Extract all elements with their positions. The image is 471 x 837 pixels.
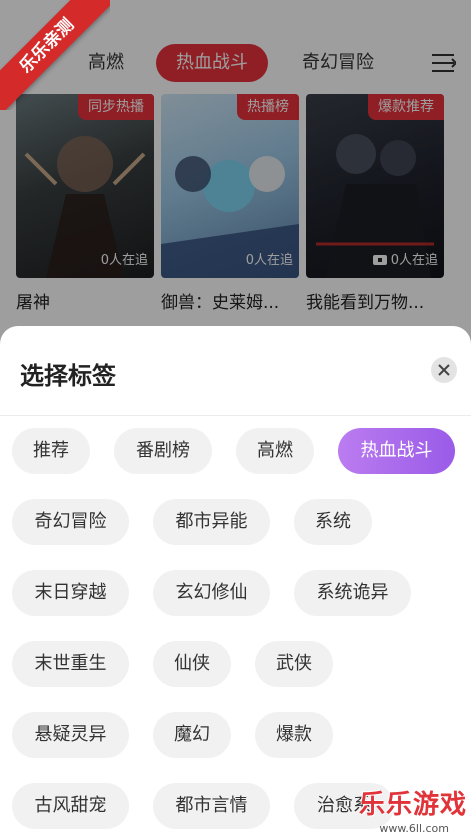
tag-option[interactable]: 末世重生 [12, 641, 129, 687]
tag-option[interactable]: 仙侠 [153, 641, 231, 687]
tag-option[interactable]: 古风甜宠 [12, 783, 129, 829]
tag-option[interactable]: 悬疑灵异 [12, 712, 129, 758]
tag-option[interactable]: 末日穿越 [12, 570, 129, 616]
tag-option[interactable]: 系统诡异 [294, 570, 411, 616]
divider [0, 415, 471, 416]
tag-option[interactable]: 都市言情 [153, 783, 270, 829]
tag-option[interactable]: 魔幻 [153, 712, 231, 758]
tag-selector-sheet: 选择标签 推荐 番剧榜 高燃 热血战斗 奇幻冒险 都市异能 系统 末日穿越 玄幻… [0, 326, 471, 837]
tag-option-selected[interactable]: 热血战斗 [338, 428, 455, 474]
tag-option[interactable]: 高燃 [236, 428, 314, 474]
tag-option[interactable]: 系统 [294, 499, 372, 545]
close-icon [438, 364, 450, 376]
sheet-title: 选择标签 [20, 362, 116, 390]
tag-option[interactable]: 玄幻修仙 [153, 570, 270, 616]
tag-option[interactable]: 都市异能 [153, 499, 270, 545]
tag-option[interactable]: 推荐 [12, 428, 90, 474]
ribbon-text: 乐乐亲测 [0, 0, 110, 110]
tag-option[interactable]: 爆款 [255, 712, 333, 758]
close-button[interactable] [431, 357, 457, 383]
tag-option[interactable]: 奇幻冒险 [12, 499, 129, 545]
tag-option[interactable]: 武侠 [255, 641, 333, 687]
corner-ribbon: 乐乐亲测 [0, 0, 110, 110]
watermark-url: www.6ll.com [379, 822, 449, 835]
tag-option[interactable]: 番剧榜 [114, 428, 212, 474]
site-watermark: 乐乐游戏 www.6ll.com [341, 785, 471, 837]
watermark-main: 乐乐游戏 [358, 790, 467, 820]
